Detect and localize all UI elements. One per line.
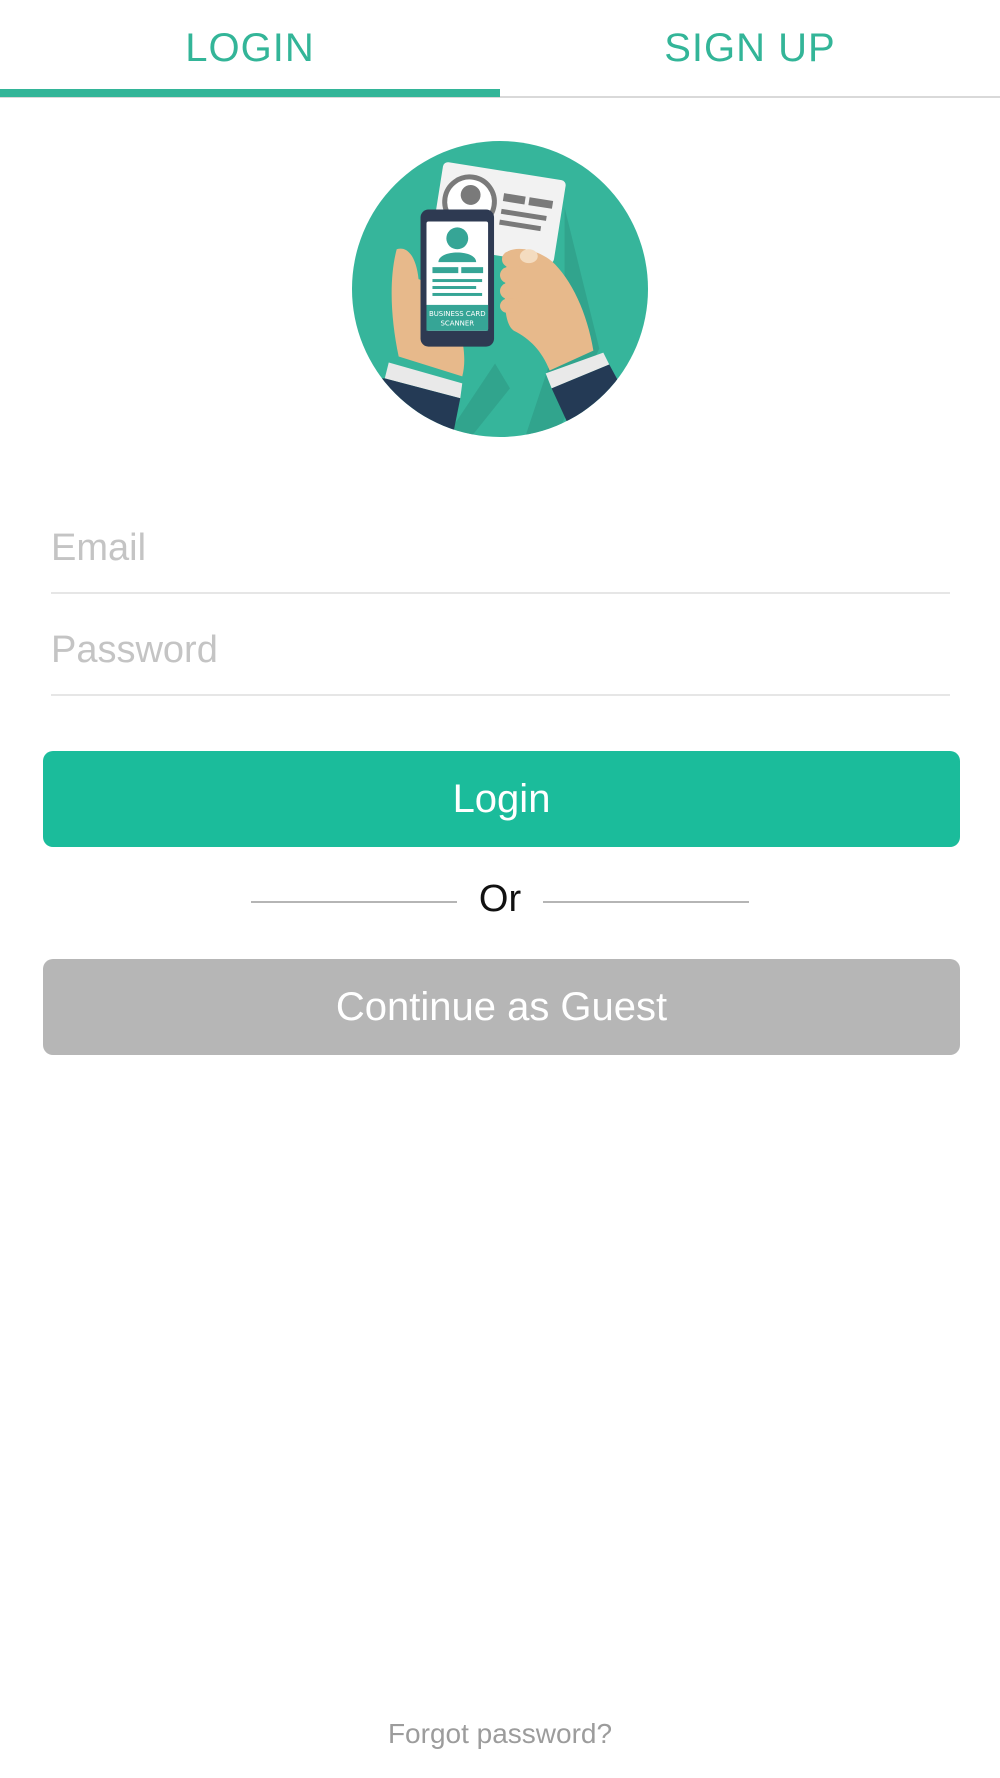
divider-line-right (543, 901, 749, 903)
password-field-container (51, 596, 950, 696)
tab-sign-up[interactable]: SIGN UP (500, 0, 1000, 96)
active-tab-indicator (0, 89, 500, 97)
or-divider: Or (0, 870, 1000, 936)
divider-line-left (251, 901, 457, 903)
tab-bar: LOGIN SIGN UP (0, 0, 1000, 98)
email-field-container (51, 494, 950, 594)
email-field[interactable] (51, 527, 950, 570)
login-button[interactable]: Login (43, 751, 960, 847)
logo-text-line1: BUSINESS CARD (429, 310, 486, 318)
password-field[interactable] (51, 629, 950, 672)
tab-login[interactable]: LOGIN (0, 0, 500, 96)
forgot-password-link[interactable]: Forgot password? (0, 1718, 1000, 1750)
continue-as-guest-button[interactable]: Continue as Guest (43, 959, 960, 1055)
business-card-scanner-icon: BUSINESS CARD SCANNER (351, 140, 649, 438)
or-label: Or (478, 878, 522, 920)
logo-text-line2: SCANNER (440, 320, 474, 328)
